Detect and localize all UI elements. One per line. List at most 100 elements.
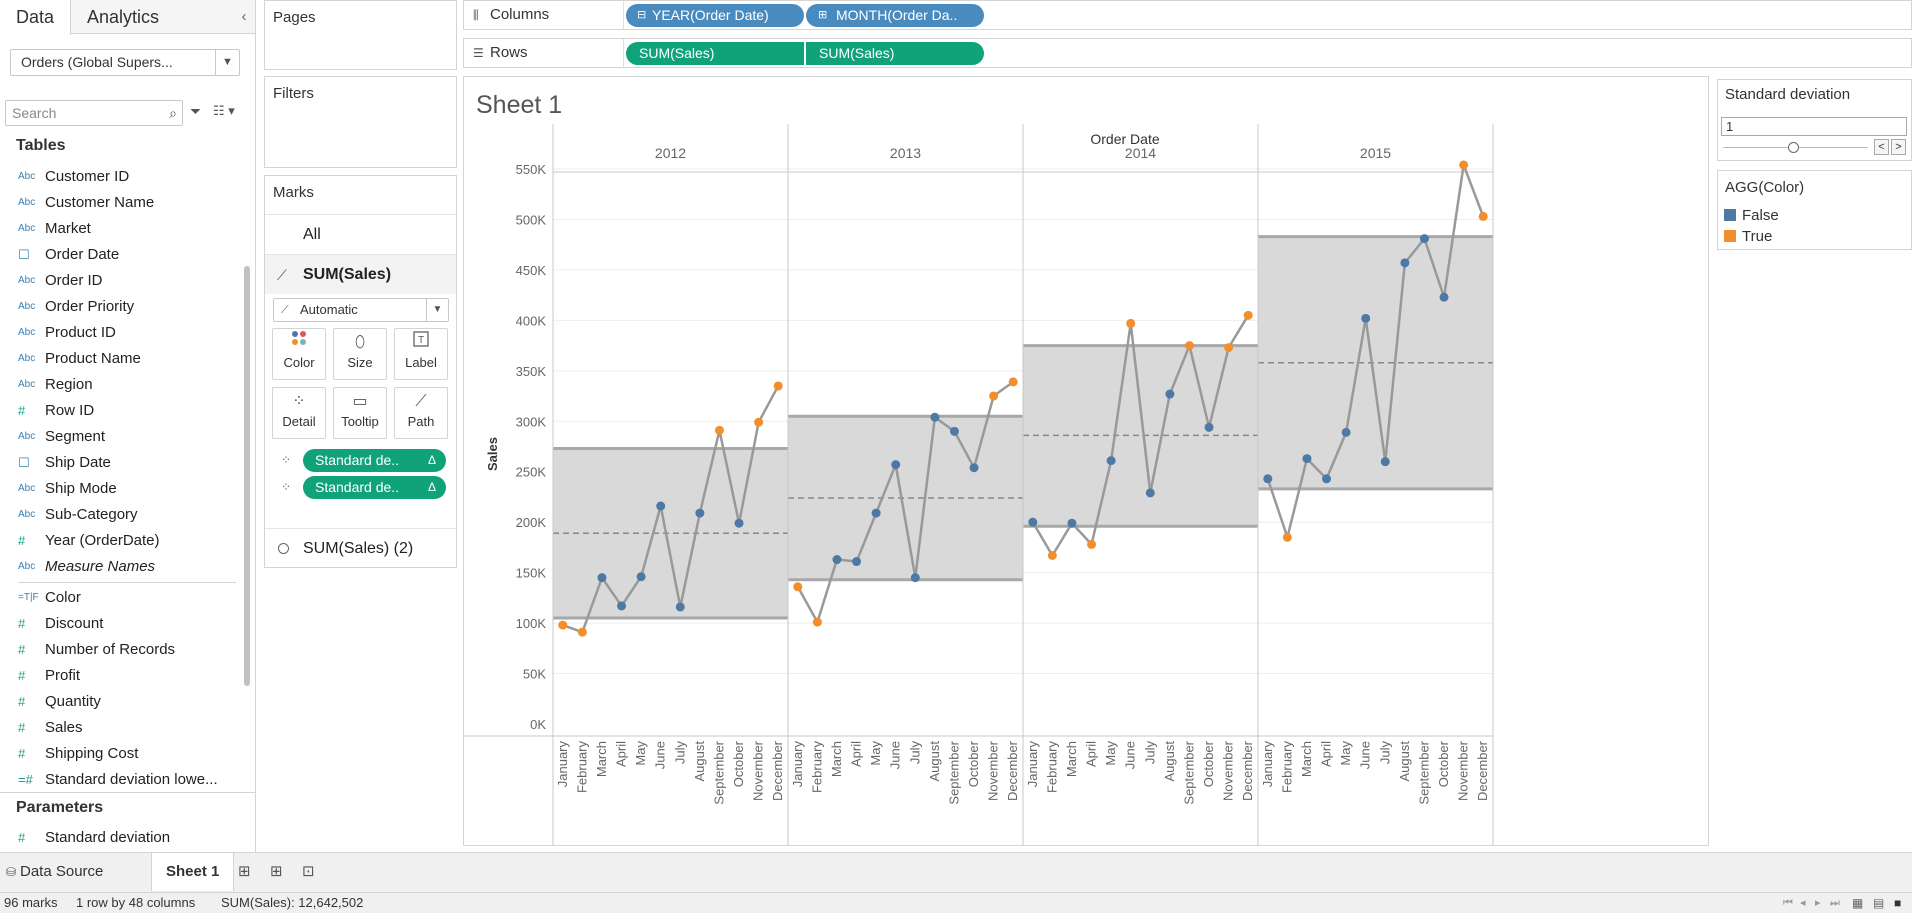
sheet-1-tab[interactable]: Sheet 1 — [151, 853, 235, 891]
expand-icon[interactable]: ⊞ — [818, 4, 827, 27]
month-label: June — [1358, 741, 1373, 769]
year-header: 2013 — [890, 145, 921, 161]
calendar-icon: ☐ — [18, 455, 30, 470]
prev-page-icon[interactable]: ◂ — [1800, 893, 1806, 913]
field-item[interactable]: # Row ID — [0, 398, 236, 424]
field-item[interactable]: Abc Ship Mode — [0, 476, 236, 502]
tab-data[interactable]: Data — [0, 0, 72, 35]
tooltip-icon: ▭ — [352, 393, 368, 410]
columns-shelf[interactable]: ⫼ Columns ⊟ YEAR(Order Date) ⊞ MONTH(Ord… — [463, 0, 1912, 30]
field-item[interactable]: # Year (OrderDate) — [0, 528, 236, 554]
legend-item-true[interactable]: True — [1724, 228, 1772, 245]
field-item[interactable]: Abc Customer Name — [0, 190, 236, 216]
field-item[interactable]: # Standard deviation — [0, 825, 236, 851]
detail-button[interactable]: ⁘ Detail — [272, 387, 326, 439]
field-item[interactable]: # Shipping Cost — [0, 741, 236, 767]
month-label: March — [594, 741, 609, 777]
chevron-down-icon[interactable]: ▼ — [426, 299, 448, 321]
tab-analytics[interactable]: Analytics — [71, 0, 175, 34]
decrement-button[interactable]: < — [1874, 139, 1889, 155]
field-item[interactable]: # Number of Records — [0, 637, 236, 663]
field-name: Customer Name — [45, 194, 155, 211]
filmstrip-icon[interactable]: ■ — [1894, 893, 1901, 913]
pages-card[interactable]: Pages — [264, 0, 457, 70]
data-source-tab[interactable]: Data Source — [20, 853, 103, 891]
field-item[interactable]: Abc Order ID — [0, 268, 236, 294]
slider-handle[interactable] — [1788, 142, 1799, 153]
y-tick-label: 100K — [516, 616, 547, 631]
field-name: Discount — [45, 615, 104, 632]
row-pill-sum-sales[interactable]: SUM(Sales) — [806, 42, 984, 65]
size-button[interactable]: ⬯ Size — [333, 328, 387, 380]
data-point — [1008, 377, 1018, 387]
field-item[interactable]: =T|F Color — [0, 585, 236, 611]
color-button[interactable]: Color — [272, 328, 326, 380]
collapse-icon[interactable]: ⊟ — [637, 4, 646, 27]
field-item[interactable]: Abc Region — [0, 372, 236, 398]
data-point — [1165, 389, 1175, 399]
path-button[interactable]: ⟋ Path — [394, 387, 448, 439]
list-view-icon[interactable]: ☷ ▾ — [213, 103, 235, 119]
search-input[interactable]: Search ⌕ — [5, 100, 183, 126]
data-point — [1341, 427, 1351, 437]
list-view-icon[interactable]: ▤ — [1873, 893, 1884, 913]
field-item[interactable]: Abc Product ID — [0, 320, 236, 346]
detail-pill-standard-deviation[interactable]: Standard de.. Δ — [303, 449, 446, 472]
svg-text:T: T — [418, 335, 424, 346]
mark-type-select[interactable]: ⟋ Automatic ▼ — [273, 298, 449, 322]
new-dashboard-icon[interactable]: ⊞ — [270, 853, 283, 891]
legend-label: False — [1742, 207, 1779, 224]
month-label: November — [751, 740, 766, 801]
new-worksheet-icon[interactable]: ⊞ — [238, 853, 251, 891]
column-pill-year[interactable]: ⊟ YEAR(Order Date) — [626, 4, 804, 27]
number-type-icon: # — [18, 533, 26, 548]
field-item[interactable]: # Quantity — [0, 689, 236, 715]
label-button[interactable]: T Label — [394, 328, 448, 380]
data-pane: Data Analytics ‹ Orders (Global Supers..… — [0, 0, 256, 852]
field-item[interactable]: # Profit — [0, 663, 236, 689]
search-icon[interactable]: ⌕ — [169, 101, 177, 125]
string-type-icon: Abc — [18, 431, 36, 442]
data-point — [617, 601, 627, 611]
month-label: January — [555, 741, 570, 788]
field-list-scrollbar[interactable] — [244, 266, 250, 686]
last-page-icon[interactable]: ⏭ — [1830, 893, 1840, 913]
field-item[interactable]: Abc Segment — [0, 424, 236, 450]
filter-icon[interactable]: ⏷ — [190, 103, 201, 120]
legend-item-false[interactable]: False — [1724, 207, 1779, 224]
marks-all-tab[interactable]: All — [265, 214, 456, 254]
data-point — [734, 518, 744, 528]
column-pill-month[interactable]: ⊞ MONTH(Order Da.. — [806, 4, 984, 27]
data-point — [773, 381, 783, 391]
marks-sum-sales-tab[interactable]: ⟋ SUM(Sales) — [265, 254, 456, 294]
detail-pill-standard-deviation[interactable]: Standard de.. Δ — [303, 476, 446, 499]
field-item[interactable]: ☐ Ship Date — [0, 450, 236, 476]
field-item[interactable]: Abc Customer ID — [0, 164, 236, 190]
marks-sum-sales-2-tab[interactable]: SUM(Sales) (2) — [265, 528, 456, 568]
field-item[interactable]: Abc Sub-Category — [0, 502, 236, 528]
collapse-pane-icon[interactable]: ‹ — [233, 0, 255, 33]
field-item[interactable]: Abc Product Name — [0, 346, 236, 372]
grid-view-icon[interactable]: ▦ — [1852, 893, 1863, 913]
tooltip-button[interactable]: ▭ Tooltip — [333, 387, 387, 439]
parameter-input[interactable]: 1 — [1721, 117, 1907, 136]
next-page-icon[interactable]: ▸ — [1815, 893, 1821, 913]
field-item[interactable]: Abc Order Priority — [0, 294, 236, 320]
field-item[interactable]: Abc Measure Names — [0, 554, 236, 580]
rows-shelf[interactable]: ☰ Rows SUM(Sales) SUM(Sales) — [463, 38, 1912, 68]
pill-label: SUM(Sales) — [639, 45, 715, 61]
color-legend: AGG(Color) False True — [1717, 170, 1912, 250]
new-story-icon[interactable]: ⊡ — [302, 853, 315, 891]
field-item[interactable]: Abc Market — [0, 216, 236, 242]
field-item[interactable]: ☐ Order Date — [0, 242, 236, 268]
field-item[interactable]: # Sales — [0, 715, 236, 741]
datasource-select[interactable]: Orders (Global Supers... ▼ — [10, 49, 240, 76]
field-item[interactable]: =# Standard deviation lowe... — [0, 767, 236, 793]
pill-label: SUM(Sales) — [819, 45, 895, 61]
chevron-down-icon[interactable]: ▼ — [215, 50, 239, 75]
row-pill-sum-sales[interactable]: SUM(Sales) — [626, 42, 804, 65]
field-item[interactable]: # Discount — [0, 611, 236, 637]
filters-card[interactable]: Filters — [264, 76, 457, 168]
first-page-icon[interactable]: ⏮ — [1783, 893, 1793, 913]
increment-button[interactable]: > — [1891, 139, 1906, 155]
